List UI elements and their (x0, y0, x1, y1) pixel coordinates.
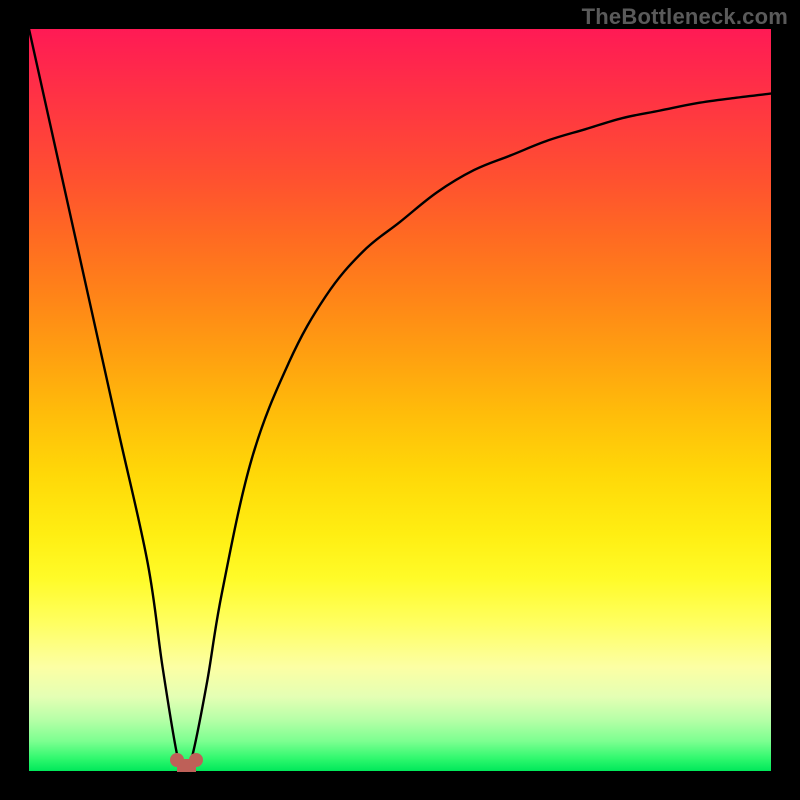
chart-frame: TheBottleneck.com (0, 0, 800, 800)
plot-area (29, 29, 771, 771)
optimum-marker-bridge (177, 759, 196, 772)
bottleneck-curve (29, 29, 771, 771)
watermark-text: TheBottleneck.com (582, 4, 788, 30)
